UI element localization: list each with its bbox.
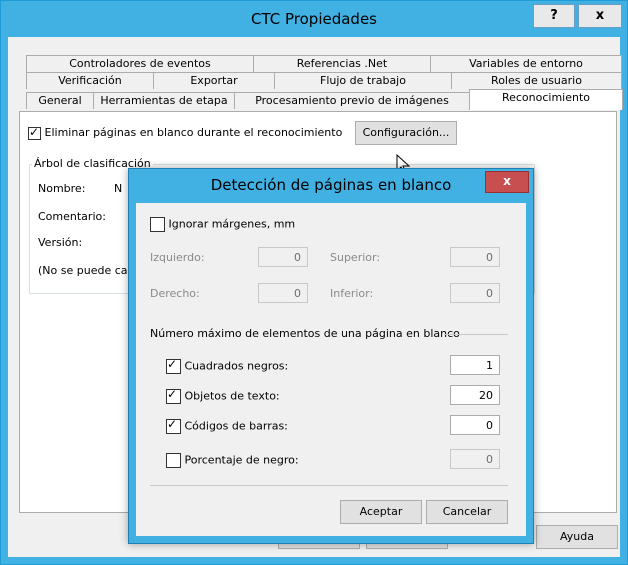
cancelar-button[interactable]: Cancelar [426, 500, 508, 524]
tab-herramientas[interactable]: Herramientas de etapa [93, 92, 235, 109]
aceptar-button[interactable]: Aceptar [340, 500, 422, 524]
derecho-label: Derecho: [150, 287, 200, 300]
dialog-client: Ignorar márgenes, mm Izquierdo: 0 Superi… [136, 203, 526, 536]
version-label: Versión: [38, 236, 83, 249]
inferior-input[interactable]: 0 [450, 283, 500, 303]
eliminar-checkbox[interactable] [28, 125, 41, 140]
tab-reconocimiento[interactable]: Reconocimiento [469, 89, 623, 110]
window-titlebar[interactable]: CTC Propiedades ? x [1, 1, 627, 37]
porcentaje-input[interactable]: 0 [450, 449, 500, 469]
tab-controladores[interactable]: Controladores de eventos [26, 55, 254, 72]
max-elements-label: Número máximo de elementos de una página… [150, 327, 460, 340]
objetos-row[interactable]: Objetos de texto: [166, 387, 280, 404]
tab-procesamiento[interactable]: Procesamiento previo de imágenes [234, 92, 470, 109]
nombre-value: N [114, 182, 123, 195]
superior-label: Superior: [330, 251, 381, 264]
porcentaje-checkbox[interactable] [166, 453, 181, 468]
derecho-input[interactable]: 0 [258, 283, 308, 303]
cuadrados-checkbox[interactable] [166, 357, 181, 374]
blank-page-dialog: Detección de páginas en blanco x Ignorar… [128, 168, 534, 544]
cuadrados-label: Cuadrados negros: [184, 359, 289, 373]
no-se-puede-note: (No se puede ca [38, 264, 128, 277]
help-button[interactable]: ? [533, 4, 575, 28]
comentario-label: Comentario: [38, 210, 106, 223]
ignorar-label: Ignorar márgenes, mm [168, 217, 296, 231]
configuracion-button[interactable]: Configuración... [355, 121, 457, 145]
tab-general[interactable]: General [26, 92, 94, 109]
ignorar-row[interactable]: Ignorar márgenes, mm [150, 217, 295, 232]
eliminar-label: Eliminar páginas en blanco durante el re… [44, 126, 343, 139]
porcentaje-row[interactable]: Porcentaje de negro: [166, 453, 299, 468]
tab-variables[interactable]: Variables de entorno [430, 55, 622, 72]
codigos-label: Códigos de barras: [184, 419, 288, 433]
porcentaje-label: Porcentaje de negro: [184, 453, 299, 467]
ayuda-button[interactable]: Ayuda [536, 525, 618, 549]
cuadrados-input[interactable]: 1 [450, 355, 500, 375]
codigos-checkbox[interactable] [166, 417, 181, 434]
close-button[interactable]: x [578, 4, 622, 28]
inferior-label: Inferior: [330, 287, 374, 300]
objetos-input[interactable]: 20 [450, 385, 500, 405]
eliminar-checkbox-row[interactable]: Eliminar páginas en blanco durante el re… [28, 125, 343, 140]
codigos-input[interactable]: 0 [450, 415, 500, 435]
dialog-title: Detección de páginas en blanco [210, 176, 452, 194]
cuadrados-row[interactable]: Cuadrados negros: [166, 357, 289, 374]
tab-verificacion[interactable]: Verificación [26, 72, 154, 89]
nombre-label: Nombre: [38, 182, 86, 195]
dialog-close-button[interactable]: x [485, 171, 529, 193]
ignorar-checkbox[interactable] [150, 217, 165, 232]
tab-referencias[interactable]: Referencias .Net [253, 55, 431, 72]
izquierdo-label: Izquierdo: [150, 251, 205, 264]
max-separator [444, 334, 508, 335]
tab-roles[interactable]: Roles de usuario [451, 72, 622, 89]
superior-input[interactable]: 0 [450, 247, 500, 267]
tab-flujo[interactable]: Flujo de trabajo [274, 72, 452, 89]
tab-exportar[interactable]: Exportar [153, 72, 275, 89]
izquierdo-input[interactable]: 0 [258, 247, 308, 267]
footer-separator [150, 485, 508, 486]
codigos-row[interactable]: Códigos de barras: [166, 417, 288, 434]
objetos-label: Objetos de texto: [184, 389, 280, 403]
objetos-checkbox[interactable] [166, 387, 181, 404]
